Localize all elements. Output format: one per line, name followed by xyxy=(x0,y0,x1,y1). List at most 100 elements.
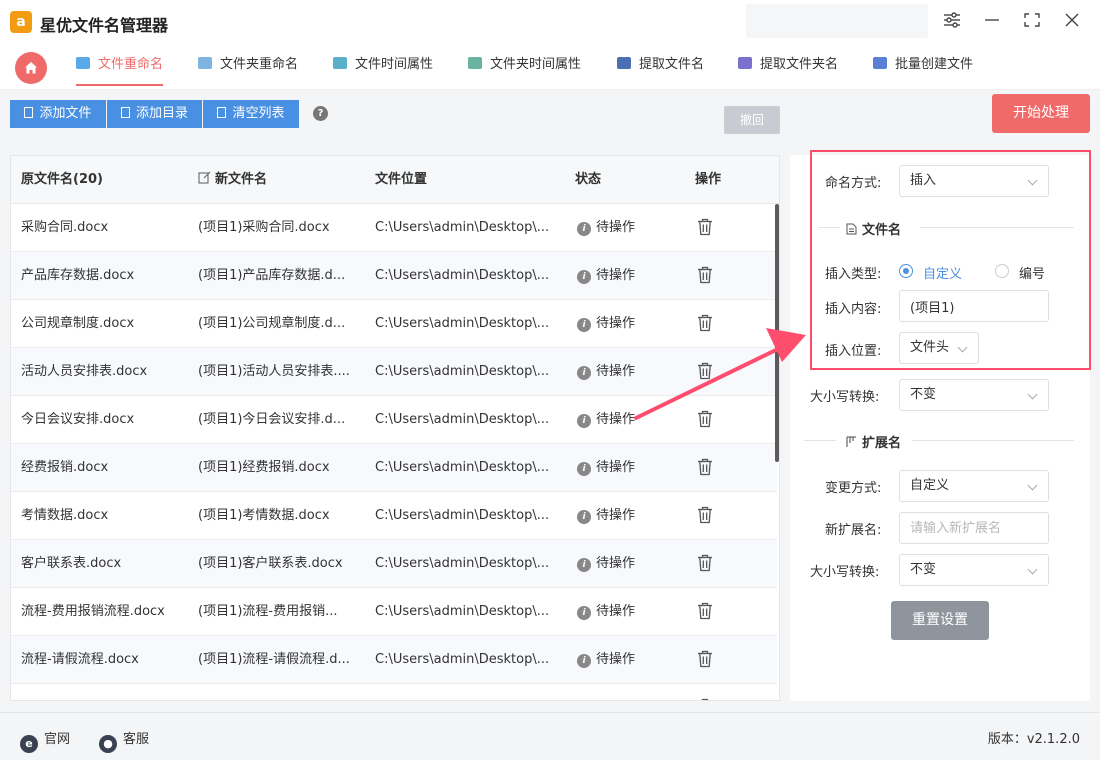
table-row[interactable]: 考情数据.docx (项目1)考情数据.docx C:\Users\admin\De… xyxy=(11,492,777,540)
folder-time-icon xyxy=(468,57,482,69)
status-label: 待操作 xyxy=(596,604,636,619)
add-file-label: 添加文件 xyxy=(39,106,92,121)
home-icon xyxy=(25,62,37,74)
status-cell: i 待操作 xyxy=(577,300,677,348)
table-row[interactable]: 今日会议安排.docx (项目1)今日会议安排.d... C:\Users\admi… xyxy=(11,396,777,444)
info-icon: i xyxy=(577,222,591,236)
clear-list-button[interactable]: 清空列表 xyxy=(203,100,299,128)
delete-icon[interactable] xyxy=(697,218,713,240)
table-scrollbar[interactable] xyxy=(775,204,779,462)
tab-label: 文件夹重命名 xyxy=(220,57,299,72)
header-status[interactable]: 状态 xyxy=(575,156,601,204)
title-search-area[interactable] xyxy=(746,4,928,38)
undo-button[interactable]: 撤回 xyxy=(724,106,780,134)
new-extension-input[interactable] xyxy=(899,512,1049,544)
tab-extract-filename[interactable]: 提取文件名 xyxy=(617,44,704,90)
trash-icon xyxy=(217,107,227,118)
nav-bar: 文件重命名 文件夹重命名 文件时间属性 文件夹时间属性 提取文件名 提取文件夹名… xyxy=(0,44,1100,90)
customer-service-link[interactable]: ● 客服 xyxy=(99,728,149,753)
table-row[interactable]: 活动人员安排表.docx (项目1)活动人员安排表.... C:\Users\adm… xyxy=(11,348,777,396)
status-cell: i 待操作 xyxy=(577,396,677,444)
delete-icon[interactable] xyxy=(697,506,713,528)
original-name-cell: 流程-费用报销流程.docx xyxy=(21,604,165,619)
info-icon: i xyxy=(577,366,591,380)
tab-file-time[interactable]: 文件时间属性 xyxy=(333,44,433,90)
original-name-cell: 今日会议安排.docx xyxy=(21,412,135,427)
delete-icon[interactable] xyxy=(697,698,713,700)
add-directory-button[interactable]: 添加目录 xyxy=(107,100,202,128)
delete-icon[interactable] xyxy=(697,458,713,480)
delete-icon[interactable] xyxy=(697,602,713,624)
reset-settings-button[interactable]: 重置设置 xyxy=(891,601,989,640)
original-name-cell: 采购合同.docx xyxy=(21,220,109,235)
divider xyxy=(804,440,836,441)
tab-file-rename[interactable]: 文件重命名 xyxy=(76,44,164,90)
status-label: 待操作 xyxy=(596,556,636,571)
delete-icon[interactable] xyxy=(697,314,713,336)
status-label: 待操作 xyxy=(596,364,636,379)
table-row[interactable]: 流程-请假流程.docx (项目1)流程-请假流程.d... C:\Users\ad… xyxy=(11,636,777,684)
delete-icon[interactable] xyxy=(697,650,713,672)
tab-extract-foldername[interactable]: 提取文件夹名 xyxy=(738,44,838,90)
delete-icon[interactable] xyxy=(697,410,713,432)
location-cell: C:\Users\admin\Desktop\... xyxy=(375,556,550,571)
table-row[interactable]: 经费报销.docx (项目1)经费报销.docx C:\Users\admin\De… xyxy=(11,444,777,492)
new-name-cell: (项目1)采购合同.docx xyxy=(198,220,330,235)
delete-icon[interactable] xyxy=(697,362,713,384)
delete-icon[interactable] xyxy=(697,266,713,288)
table-row[interactable]: 产品库存数据.docx (项目1)产品库存数据.d... C:\Users\admi… xyxy=(11,252,777,300)
info-icon: i xyxy=(577,462,591,476)
table-row[interactable]: 公司规章制度.docx (项目1)公司规章制度.d... C:\Users\admi… xyxy=(11,300,777,348)
change-mode-select[interactable]: 自定义 xyxy=(899,470,1049,502)
new-name-cell: (项目1)公司规章制度.d... xyxy=(198,316,346,331)
minimize-icon[interactable] xyxy=(982,12,1002,32)
service-label: 客服 xyxy=(123,732,150,747)
header-location[interactable]: 文件位置 xyxy=(375,156,427,204)
status-cell: i 待操作 xyxy=(577,540,677,588)
table-row[interactable] xyxy=(11,684,777,700)
table-row[interactable]: 流程-费用报销流程.docx (项目1)流程-费用报销... C:\Users\ad… xyxy=(11,588,777,636)
info-icon: i xyxy=(577,270,591,284)
maximize-icon[interactable] xyxy=(1022,12,1042,32)
status-cell: i 待操作 xyxy=(577,204,677,252)
new-name-cell: (项目1)流程-费用报销... xyxy=(198,604,338,619)
original-name-cell: 客户联系表.docx xyxy=(21,556,122,571)
delete-icon[interactable] xyxy=(697,554,713,576)
close-icon[interactable] xyxy=(1062,12,1082,32)
chevron-down-icon xyxy=(1027,480,1038,491)
table-header: 原文件名(20) 新文件名 文件位置 状态 操作 xyxy=(11,156,779,204)
case-conversion-select[interactable]: 不变 xyxy=(899,379,1049,411)
header-original-name[interactable]: 原文件名(20) xyxy=(21,156,103,204)
extract-foldername-icon xyxy=(738,57,752,69)
extension-case-select[interactable]: 不变 xyxy=(899,554,1049,586)
chat-bubble-icon: ● xyxy=(99,735,117,753)
location-cell: C:\Users\admin\Desktop\... xyxy=(375,268,550,283)
table-row[interactable]: 采购合同.docx (项目1)采购合同.docx C:\Users\admin\De… xyxy=(11,204,777,252)
change-mode-value: 自定义 xyxy=(910,478,950,493)
help-icon[interactable]: ? xyxy=(313,106,328,121)
extension-icon xyxy=(846,436,856,447)
tab-label: 提取文件夹名 xyxy=(760,57,839,72)
extract-filename-icon xyxy=(617,57,631,69)
settings-icon[interactable] xyxy=(942,12,962,32)
tab-batch-create[interactable]: 批量创建文件 xyxy=(873,44,973,90)
divider xyxy=(912,440,1074,441)
home-button[interactable] xyxy=(15,52,47,84)
status-label: 待操作 xyxy=(596,316,636,331)
header-new-name-label: 新文件名 xyxy=(215,172,268,187)
extension-case-label: 大小写转换: xyxy=(810,565,880,580)
case-conversion-label: 大小写转换: xyxy=(810,390,880,405)
app-logo-icon: a xyxy=(10,11,32,33)
header-new-name[interactable]: 新文件名 xyxy=(198,156,267,204)
add-file-button[interactable]: 添加文件 xyxy=(10,100,106,128)
website-link[interactable]: e 官网 xyxy=(20,728,70,753)
info-icon: i xyxy=(577,510,591,524)
tab-folder-time[interactable]: 文件夹时间属性 xyxy=(468,44,581,90)
tab-folder-rename[interactable]: 文件夹重命名 xyxy=(198,44,298,90)
start-processing-button[interactable]: 开始处理 xyxy=(992,94,1090,133)
add-directory-label: 添加目录 xyxy=(135,106,188,121)
status-label: 待操作 xyxy=(596,508,636,523)
table-row[interactable]: 客户联系表.docx (项目1)客户联系表.docx C:\Users\admin\… xyxy=(11,540,777,588)
status-label: 待操作 xyxy=(596,220,636,235)
status-cell: i 待操作 xyxy=(577,444,677,492)
